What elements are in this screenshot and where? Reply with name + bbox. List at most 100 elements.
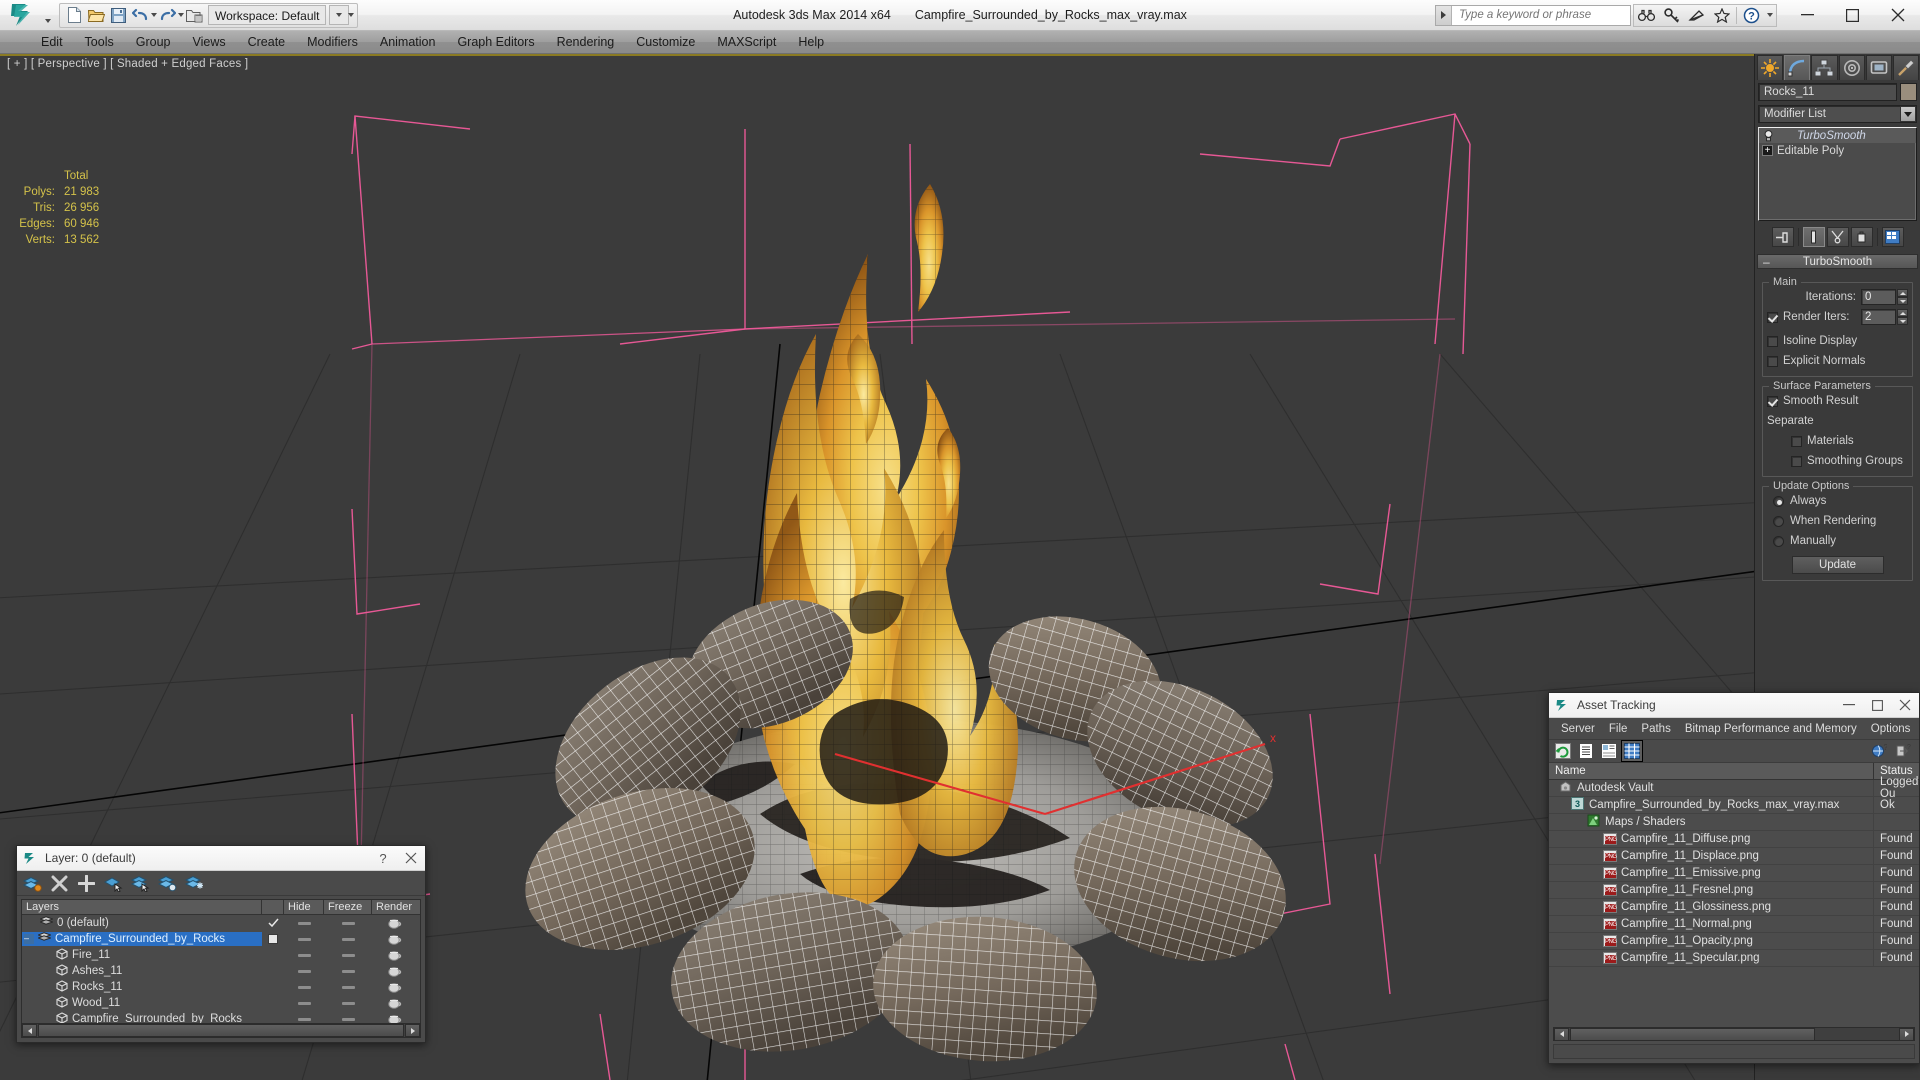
layer-hide-toggle[interactable] [284, 969, 324, 973]
when-rendering-radio[interactable] [1773, 515, 1784, 527]
asset-row-max-file[interactable]: 3 Campfire_Surrounded_by_Rocks_max_vray.… [1549, 796, 1919, 814]
asset-tracking-titlebar[interactable]: Asset Tracking [1549, 693, 1919, 718]
layer-list-horizontal-scrollbar[interactable] [21, 1023, 421, 1038]
utilities-tab-icon[interactable] [1892, 55, 1920, 80]
vault-login-icon[interactable]: ? [1869, 741, 1889, 761]
close-button[interactable] [1875, 0, 1920, 31]
hide-unhide-layer-icon[interactable] [184, 873, 205, 894]
modifier-stack-item-editable-poly[interactable]: + Editable Poly [1759, 143, 1916, 158]
menu-item-help[interactable]: Help [787, 33, 835, 51]
isoline-display-checkbox[interactable] [1767, 335, 1778, 347]
help-dropdown-icon[interactable] [1764, 5, 1776, 26]
layer-render-toggle[interactable] [372, 918, 418, 929]
select-highlighted-objects-icon[interactable] [130, 873, 151, 894]
at-menu-file[interactable]: File [1602, 721, 1635, 737]
search-box[interactable] [1435, 4, 1631, 26]
grid-view-icon[interactable] [1621, 740, 1643, 762]
redo-icon[interactable] [156, 5, 178, 26]
create-new-layer-icon[interactable] [22, 873, 43, 894]
highlight-selected-objects-icon[interactable] [157, 873, 178, 894]
layer-render-toggle[interactable] [372, 934, 418, 945]
layer-row-ashes[interactable]: Ashes_11 [22, 963, 420, 979]
asset-row-opacity[interactable]: PNG Campfire_11_Opacity.png Found [1549, 932, 1919, 950]
render-iters-spinner[interactable] [1897, 309, 1908, 325]
binoculars-icon[interactable] [1634, 5, 1659, 26]
scroll-right-icon[interactable] [405, 1024, 420, 1037]
layer-current-check[interactable] [262, 918, 284, 928]
new-file-icon[interactable] [63, 5, 85, 26]
menu-item-edit[interactable]: Edit [30, 33, 74, 51]
layer-hide-toggle[interactable] [284, 985, 324, 989]
modifier-list-dropdown[interactable]: Modifier List [1758, 105, 1917, 123]
object-color-swatch[interactable] [1900, 83, 1917, 101]
asset-row-maps-shaders[interactable]: Maps / Shaders [1549, 813, 1919, 831]
asset-tracking-maximize-button[interactable] [1863, 693, 1891, 718]
show-end-result-icon[interactable] [1802, 227, 1825, 247]
details-view-icon[interactable] [1599, 741, 1619, 761]
refresh-icon[interactable] [1553, 741, 1573, 761]
delete-layer-icon[interactable] [49, 873, 70, 894]
layer-freeze-toggle[interactable] [324, 985, 372, 989]
object-name-field[interactable]: Rocks_11 [1758, 83, 1897, 101]
star-icon[interactable] [1709, 5, 1734, 26]
chevron-down-icon[interactable] [1900, 106, 1916, 122]
materials-checkbox[interactable] [1791, 435, 1802, 447]
manually-radio[interactable] [1773, 535, 1784, 547]
key-icon[interactable] [1659, 5, 1684, 26]
select-objects-in-layer-icon[interactable] [103, 873, 124, 894]
configure-modifier-sets-icon[interactable] [1881, 227, 1904, 247]
layer-row-rocks[interactable]: Rocks_11 [22, 979, 420, 995]
modify-tab-icon[interactable] [1784, 55, 1811, 80]
display-tab-icon[interactable] [1865, 55, 1892, 80]
layer-dialog-titlebar[interactable]: Layer: 0 (default) ? [17, 846, 425, 871]
app-menu-caret-icon[interactable] [43, 1, 53, 30]
layer-hide-toggle[interactable] [284, 953, 324, 957]
scroll-right-icon[interactable] [1899, 1027, 1914, 1041]
help-question-icon[interactable]: ? [1739, 5, 1764, 26]
asset-row-displace[interactable]: PNG Campfire_11_Displace.png Found [1549, 847, 1919, 865]
search-input[interactable] [1452, 9, 1630, 21]
at-menu-paths[interactable]: Paths [1634, 721, 1677, 737]
scroll-thumb[interactable] [1570, 1027, 1815, 1041]
at-menu-options[interactable]: Options [1864, 721, 1918, 737]
layer-row-default[interactable]: 0 (default) [22, 915, 420, 931]
modifier-stack[interactable]: TurboSmooth + Editable Poly [1758, 127, 1917, 221]
layer-freeze-toggle[interactable] [324, 953, 372, 957]
explicit-normals-checkbox[interactable] [1767, 355, 1778, 367]
update-button[interactable]: Update [1791, 556, 1884, 574]
asset-col-name[interactable]: Name [1549, 763, 1874, 779]
layer-dialog-close-button[interactable] [397, 846, 425, 871]
asset-table-horizontal-scrollbar[interactable] [1553, 1027, 1915, 1041]
lightbulb-icon[interactable] [1762, 129, 1775, 142]
render-iters-input[interactable]: 2 [1861, 309, 1896, 325]
workspace-dropdown[interactable] [328, 5, 349, 25]
menu-item-maxscript[interactable]: MAXScript [706, 33, 787, 51]
undo-icon[interactable] [129, 5, 151, 26]
vault-logout-icon[interactable]: ? [1893, 741, 1913, 761]
menu-item-customize[interactable]: Customize [625, 33, 706, 51]
3dsmax-logo-icon[interactable] [3, 1, 43, 30]
qat-overflow-icon[interactable] [348, 5, 354, 26]
layer-freeze-toggle[interactable] [324, 921, 372, 925]
open-file-icon[interactable] [85, 5, 107, 26]
layer-dialog-help-button[interactable]: ? [369, 846, 397, 871]
layer-freeze-toggle[interactable] [324, 1017, 372, 1021]
modifier-stack-item-turbosmooth[interactable]: TurboSmooth [1759, 128, 1916, 143]
iterations-input[interactable]: 0 [1861, 289, 1896, 305]
layer-list[interactable]: Layers Hide Freeze Render 0 (default) – … [21, 899, 421, 1028]
make-unique-icon[interactable] [1826, 227, 1849, 247]
asset-row-specular[interactable]: PNG Campfire_11_Specular.png Found [1549, 949, 1919, 967]
motion-tab-icon[interactable] [1838, 55, 1865, 80]
at-menu-server[interactable]: Server [1554, 721, 1602, 737]
layer-freeze-toggle[interactable] [324, 969, 372, 973]
add-selection-icon[interactable] [76, 873, 97, 894]
pin-stack-icon[interactable] [1771, 227, 1794, 247]
scroll-thumb[interactable] [38, 1024, 404, 1037]
at-menu-bitmap-performance[interactable]: Bitmap Performance and Memory [1678, 721, 1864, 737]
always-radio[interactable] [1773, 495, 1784, 507]
asset-row-emissive[interactable]: PNG Campfire_11_Emissive.png Found [1549, 864, 1919, 882]
minimize-button[interactable] [1785, 0, 1830, 31]
expand-plus-icon[interactable]: + [1762, 145, 1773, 156]
menu-item-modifiers[interactable]: Modifiers [296, 33, 369, 51]
menu-item-animation[interactable]: Animation [369, 33, 447, 51]
